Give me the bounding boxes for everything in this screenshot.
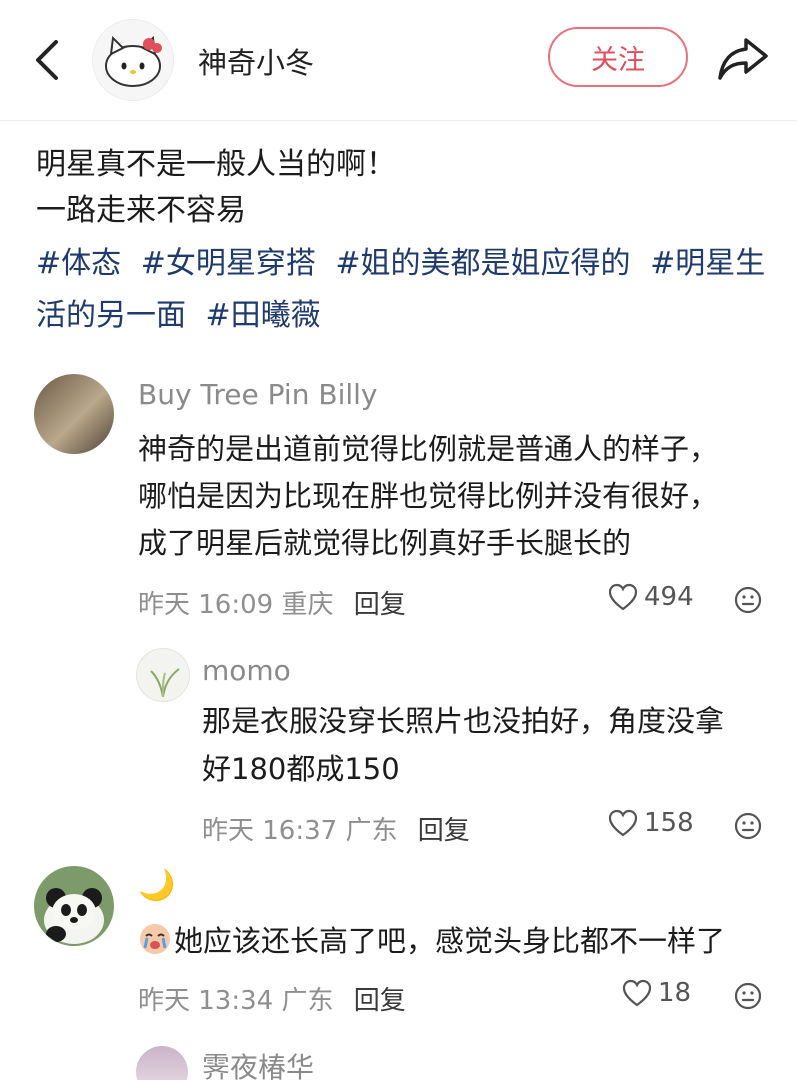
- comment-line: 她应该还长高了吧，感觉头身比都不一样了: [174, 924, 726, 958]
- author-avatar[interactable]: [92, 19, 174, 101]
- heart-icon: [608, 809, 638, 837]
- cat-avatar-icon: [105, 35, 162, 87]
- emoji-face-icon[interactable]: [734, 812, 762, 840]
- commenter-name[interactable]: 🌙: [138, 868, 175, 903]
- comment-line: 神奇的是出道前觉得比例就是普通人的样子，: [138, 432, 719, 466]
- commenter-avatar[interactable]: [34, 374, 114, 454]
- commenter-name[interactable]: 霁夜椿华: [202, 1046, 314, 1080]
- heart-icon: [622, 979, 652, 1007]
- hashtag[interactable]: #体态: [36, 246, 121, 281]
- comment-line: 好180都成150: [202, 752, 400, 786]
- header-divider: [0, 120, 797, 121]
- comment-time: 昨天 16:09: [138, 590, 274, 620]
- commenter-avatar[interactable]: [34, 866, 114, 946]
- post-line: 一路走来不容易: [36, 193, 246, 228]
- comment-reply: momo 那是衣服没穿长照片也没拍好，角度没拿 好180都成150 昨天 16:…: [0, 640, 797, 860]
- commenter-avatar[interactable]: [136, 648, 190, 702]
- comment-reply: 霁夜椿华: [0, 1040, 797, 1080]
- top-bar: 神奇小冬 关注: [0, 0, 797, 118]
- heart-icon: [608, 583, 638, 611]
- follow-button[interactable]: 关注: [548, 27, 688, 87]
- comment-meta: 昨天 16:37 广东 回复: [202, 810, 470, 847]
- post-text: 明星真不是一般人当的啊！ 一路走来不容易: [36, 142, 776, 234]
- hashtag[interactable]: #明星生: [650, 246, 765, 281]
- like-button[interactable]: 18: [622, 978, 691, 1008]
- like-count: 158: [644, 808, 694, 838]
- comment-location: 重庆: [281, 590, 334, 620]
- plant-avatar-icon: [150, 668, 180, 698]
- like-button[interactable]: 158: [608, 808, 694, 838]
- hashtag[interactable]: #田曦薇: [206, 298, 321, 333]
- comment-location: 广东: [281, 986, 334, 1016]
- reply-button[interactable]: 回复: [354, 590, 406, 620]
- like-button[interactable]: 494: [608, 582, 694, 612]
- comment-location: 广东: [345, 816, 398, 846]
- like-count: 18: [658, 978, 692, 1008]
- comment: 🌙 她应该还长高了吧，感觉头身比都不一样了 昨天 13:34 广东 回复 18: [0, 862, 797, 1022]
- hashtag-list: #体态 #女明星穿搭 #姐的美都是姐应得的 #明星生 活的另一面 #田曦薇: [36, 238, 776, 342]
- reply-button[interactable]: 回复: [418, 816, 470, 846]
- hashtag[interactable]: 活的另一面: [36, 298, 186, 333]
- like-count: 494: [644, 582, 694, 612]
- reply-button[interactable]: 回复: [354, 986, 406, 1016]
- comment-line: 哪怕是因为比现在胖也觉得比例并没有很好，: [138, 479, 719, 513]
- commenter-name[interactable]: momo: [202, 654, 291, 687]
- crying-face-emoji: [140, 924, 170, 954]
- emoji-face-icon[interactable]: [734, 982, 762, 1010]
- panda-avatar-icon: [44, 888, 104, 944]
- emoji-face-icon[interactable]: [734, 586, 762, 614]
- author-name[interactable]: 神奇小冬: [198, 40, 314, 82]
- hashtag[interactable]: #姐的美都是姐应得的: [335, 246, 630, 281]
- commenter-avatar[interactable]: [136, 1046, 188, 1080]
- comment-meta: 昨天 13:34 广东 回复: [138, 980, 406, 1017]
- share-icon[interactable]: [716, 34, 770, 84]
- comment-time: 昨天 13:34: [138, 986, 274, 1016]
- post-line: 明星真不是一般人当的啊！: [36, 147, 396, 182]
- commenter-name[interactable]: Buy Tree Pin Billy: [138, 378, 377, 411]
- comment-time: 昨天 16:37: [202, 816, 338, 846]
- comment: Buy Tree Pin Billy 神奇的是出道前觉得比例就是普通人的样子， …: [0, 370, 797, 630]
- comment-line: 成了明星后就觉得比例真好手长腿长的: [138, 526, 632, 560]
- hashtag[interactable]: #女明星穿搭: [141, 246, 316, 281]
- comment-meta: 昨天 16:09 重庆 回复: [138, 584, 406, 621]
- comment-line: 那是衣服没穿长照片也没拍好，角度没拿: [202, 704, 725, 738]
- back-arrow-icon[interactable]: [30, 38, 66, 82]
